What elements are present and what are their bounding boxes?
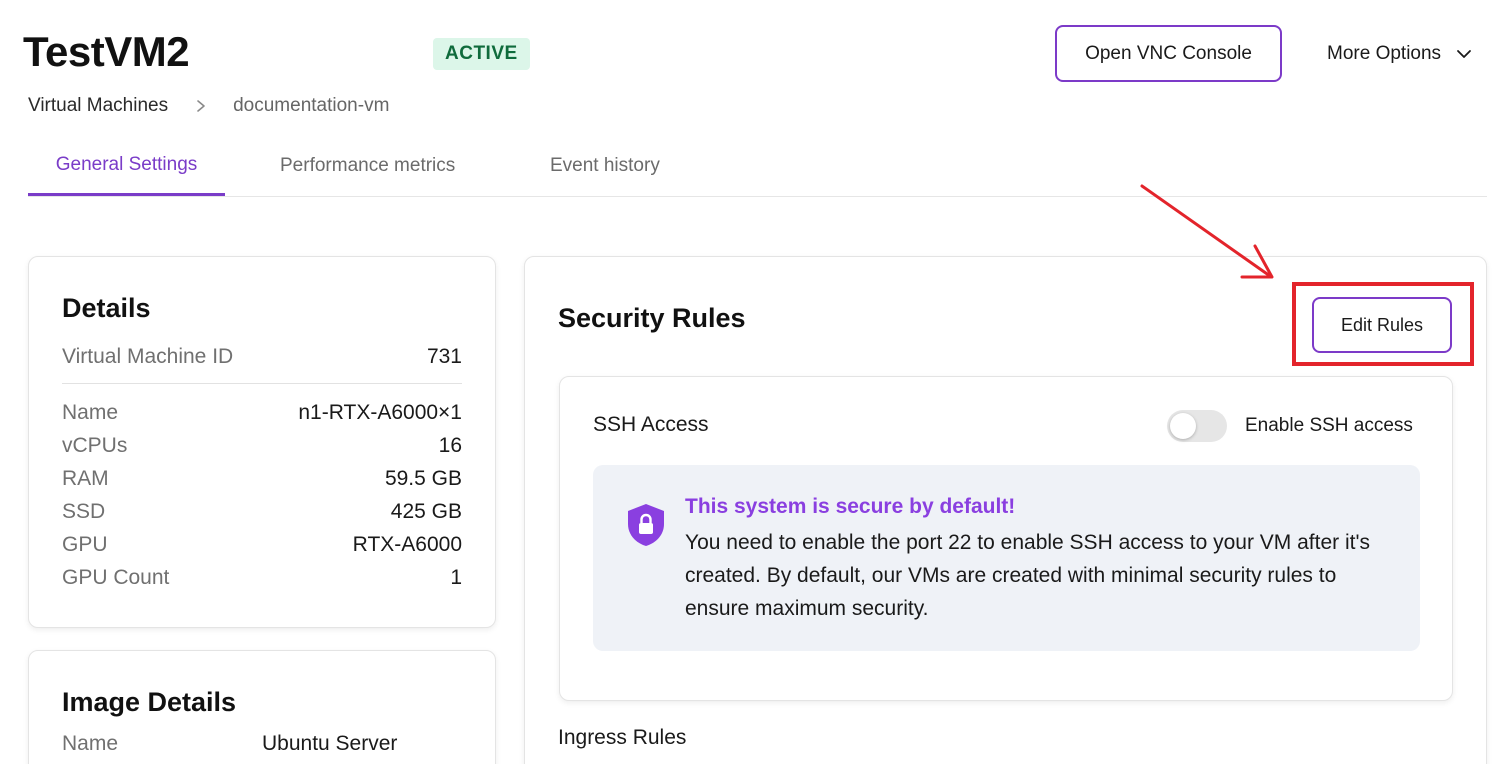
ssh-access-card: SSH Access Enable SSH access This system… [559, 376, 1453, 701]
info-heading: This system is secure by default! [685, 495, 1016, 518]
detail-label: Name [62, 401, 119, 424]
details-divider [62, 383, 462, 384]
enable-ssh-label: Enable SSH access [1245, 415, 1413, 436]
vm-id-label: Virtual Machine ID [62, 345, 234, 368]
page-title: TestVM2 [23, 28, 190, 75]
detail-row-ram: RAM 59.5 GB [62, 464, 462, 494]
breadcrumb-virtual-machines[interactable]: Virtual Machines [28, 95, 168, 117]
detail-value: 1 [450, 566, 462, 589]
more-options-label: More Options [1327, 43, 1442, 64]
detail-row-name: Name n1-RTX-A6000×1 [62, 398, 462, 428]
detail-row-ssd: SSD 425 GB [62, 497, 462, 527]
detail-label: SSD [62, 500, 106, 523]
tab-performance-metrics[interactable]: Performance metrics [280, 136, 455, 195]
detail-row-gpu-count: GPU Count 1 [62, 563, 462, 593]
enable-ssh-toggle[interactable]: Enable SSH access [1167, 410, 1413, 442]
secure-default-info-box: This system is secure by default! You ne… [593, 465, 1420, 651]
tab-event-history[interactable]: Event history [550, 136, 660, 195]
toggle-switch[interactable] [1167, 410, 1227, 442]
image-details-title: Image Details [62, 687, 237, 717]
detail-label: vCPUs [62, 434, 128, 457]
chevron-down-icon [1457, 50, 1471, 58]
detail-row-gpu: GPU RTX-A6000 [62, 530, 462, 560]
detail-value: n1-RTX-A6000×1 [298, 401, 462, 424]
breadcrumb: Virtual Machines documentation-vm [28, 92, 389, 120]
image-value: Ubuntu Server [262, 732, 398, 755]
vm-id-value: 731 [426, 345, 462, 368]
details-card: Details Virtual Machine ID 731 Name n1-R… [28, 256, 496, 628]
detail-value: 59.5 GB [384, 467, 462, 490]
detail-row-vcpus: vCPUs 16 [62, 431, 462, 461]
shield-lock-icon [628, 504, 664, 546]
image-details-card: Image Details Name Ubuntu Server [28, 650, 496, 764]
status-badge: ACTIVE [433, 38, 530, 70]
annotation-arrow [1140, 184, 1274, 279]
detail-value: 425 GB [390, 500, 462, 523]
image-row-name: Name Ubuntu Server [62, 729, 397, 759]
more-options-dropdown[interactable]: More Options [1327, 38, 1473, 70]
vm-id-row: Virtual Machine ID 731 [62, 342, 462, 372]
detail-label: RAM [62, 467, 109, 490]
detail-label: GPU Count [62, 566, 170, 589]
image-label: Name [62, 732, 119, 755]
detail-label: GPU [62, 533, 108, 556]
detail-value: RTX-A6000 [352, 533, 462, 556]
ssh-access-title: SSH Access [593, 413, 709, 436]
toggle-knob [1170, 413, 1196, 439]
info-body: You need to enable the port 22 to enable… [685, 531, 1370, 620]
open-vnc-console-button[interactable]: Open VNC Console [1055, 25, 1282, 82]
detail-value: 16 [438, 434, 462, 457]
details-title: Details [62, 293, 151, 323]
tab-general-settings[interactable]: General Settings [28, 136, 225, 196]
annotation-highlight-box [1292, 282, 1474, 366]
breadcrumb-current: documentation-vm [233, 95, 390, 116]
chevron-right-icon [197, 100, 205, 112]
vm-detail-page: TestVM2 ACTIVE Open VNC Console More Opt… [0, 0, 1511, 764]
security-rules-title: Security Rules [558, 303, 746, 333]
ingress-rules-title: Ingress Rules [558, 726, 687, 749]
